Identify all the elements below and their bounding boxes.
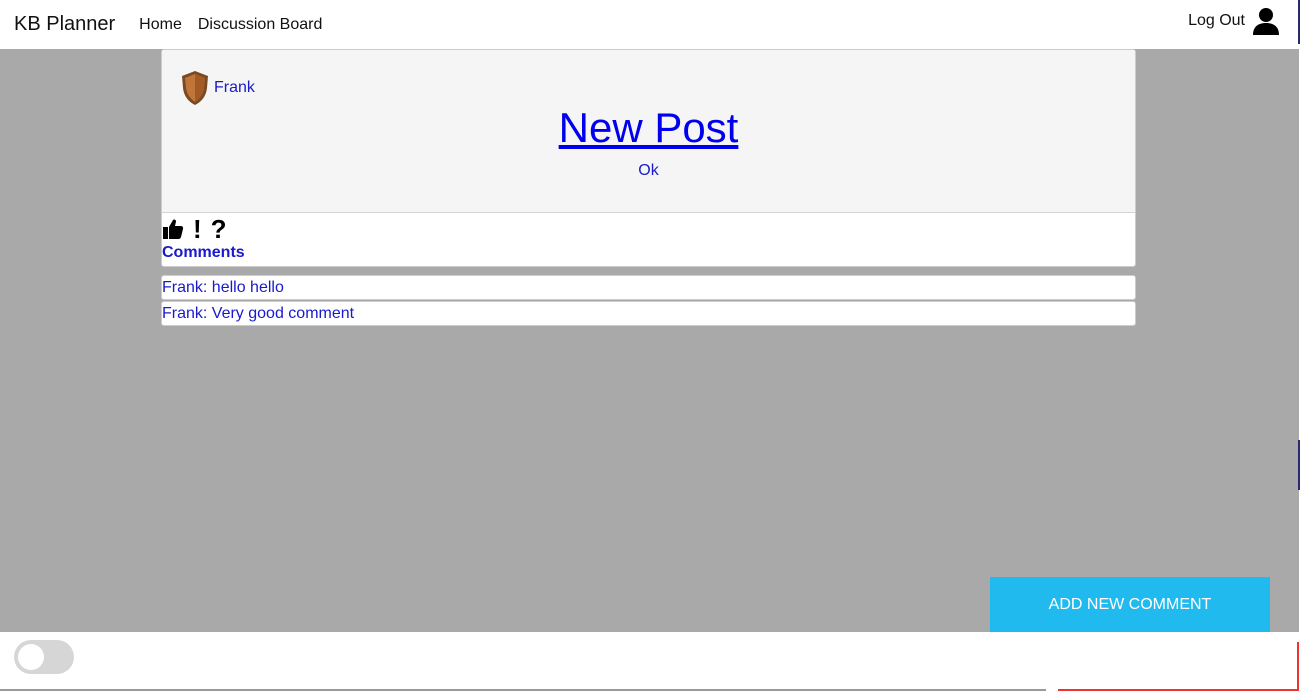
- exclamation-button[interactable]: !: [193, 216, 202, 242]
- thumbs-up-button[interactable]: [162, 218, 184, 240]
- post-title[interactable]: New Post: [162, 104, 1135, 152]
- nav-link-discussion-board[interactable]: Discussion Board: [198, 16, 323, 34]
- footer-red-edge: [1297, 642, 1299, 690]
- nav-link-home[interactable]: Home: [139, 16, 182, 34]
- question-icon: ?: [210, 214, 227, 244]
- shield-badge-icon: [182, 71, 208, 105]
- comments-label[interactable]: Comments: [162, 244, 1135, 262]
- post-header: Frank New Post Ok: [162, 50, 1135, 213]
- exclamation-icon: !: [193, 214, 202, 244]
- top-navbar: KB Planner Home Discussion Board Log Out: [0, 0, 1299, 49]
- reaction-bar: ! ?: [162, 215, 1135, 243]
- account-area: Log Out: [1188, 6, 1281, 36]
- post-card: Frank New Post Ok ! ? Comments: [161, 49, 1136, 267]
- footer-red-line: [1058, 689, 1299, 691]
- question-button[interactable]: ?: [211, 216, 227, 242]
- edge-mark: [1298, 440, 1300, 490]
- footer-bar: [0, 632, 1299, 692]
- post-body: Ok: [638, 162, 659, 179]
- theme-toggle[interactable]: [14, 640, 74, 674]
- user-icon[interactable]: [1251, 6, 1281, 36]
- app-brand[interactable]: KB Planner: [14, 13, 115, 36]
- thumbs-up-icon: [163, 219, 184, 239]
- add-new-comment-button[interactable]: ADD NEW COMMENT: [990, 577, 1270, 632]
- right-edge-strip: [1298, 0, 1306, 692]
- post-author[interactable]: Frank: [214, 79, 255, 97]
- comment-item: Frank: Very good comment: [161, 301, 1136, 326]
- toggle-knob: [18, 644, 44, 670]
- edge-mark: [1298, 0, 1300, 44]
- footer-divider: [0, 689, 1046, 691]
- comment-item: Frank: hello hello: [161, 275, 1136, 300]
- logout-link[interactable]: Log Out: [1188, 12, 1245, 30]
- post-author-row: Frank: [180, 70, 255, 106]
